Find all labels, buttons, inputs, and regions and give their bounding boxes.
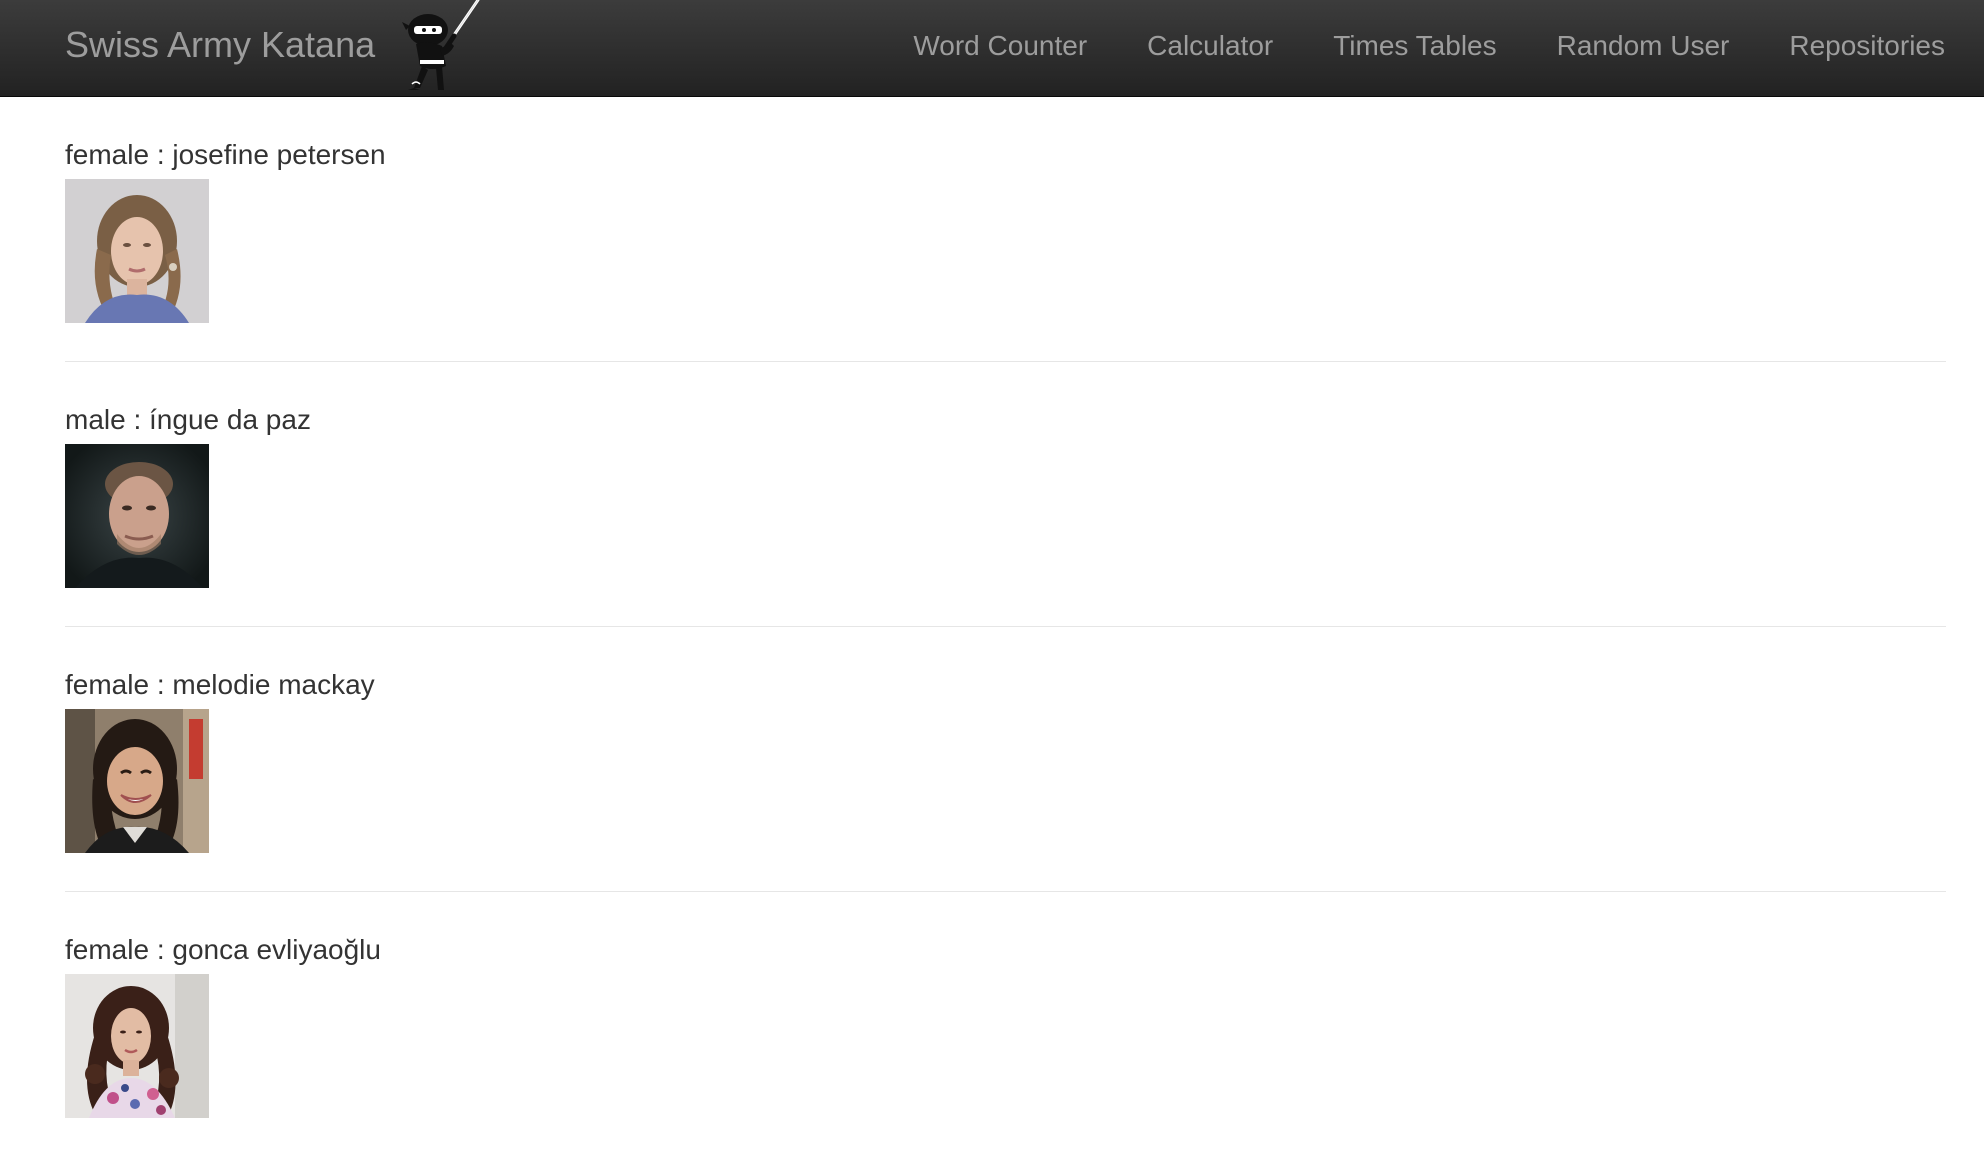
nav-random-user[interactable]: Random User	[1557, 26, 1730, 66]
ninja-katana-icon[interactable]	[402, 0, 482, 92]
main-nav: Word Counter Calculator Times Tables Ran…	[853, 26, 1945, 66]
user-heading: female : gonca evliyaoğlu	[65, 934, 381, 965]
user-card: male : íngue da paz	[65, 362, 1946, 627]
top-navbar: Swiss Army Katana Word Counter Calculato…	[0, 0, 1984, 97]
nav-calculator[interactable]: Calculator	[1147, 26, 1273, 66]
user-avatar	[65, 179, 209, 323]
user-card: female : gonca evliyaoğlu	[65, 892, 1946, 1157]
user-avatar	[65, 444, 209, 588]
nav-times-tables[interactable]: Times Tables	[1333, 26, 1496, 66]
user-avatar	[65, 974, 209, 1118]
user-avatar	[65, 709, 209, 853]
nav-word-counter[interactable]: Word Counter	[913, 26, 1087, 66]
brand-link[interactable]: Swiss Army Katana	[65, 22, 375, 68]
user-heading: male : íngue da paz	[65, 404, 311, 435]
user-heading: female : melodie mackay	[65, 669, 375, 700]
user-card: female : melodie mackay	[65, 627, 1946, 892]
user-heading: female : josefine petersen	[65, 139, 386, 170]
user-list: female : josefine petersen male: íngue …	[65, 97, 1946, 1157]
nav-repositories[interactable]: Repositories	[1789, 26, 1945, 66]
user-card: female : josefine petersen	[65, 97, 1946, 362]
